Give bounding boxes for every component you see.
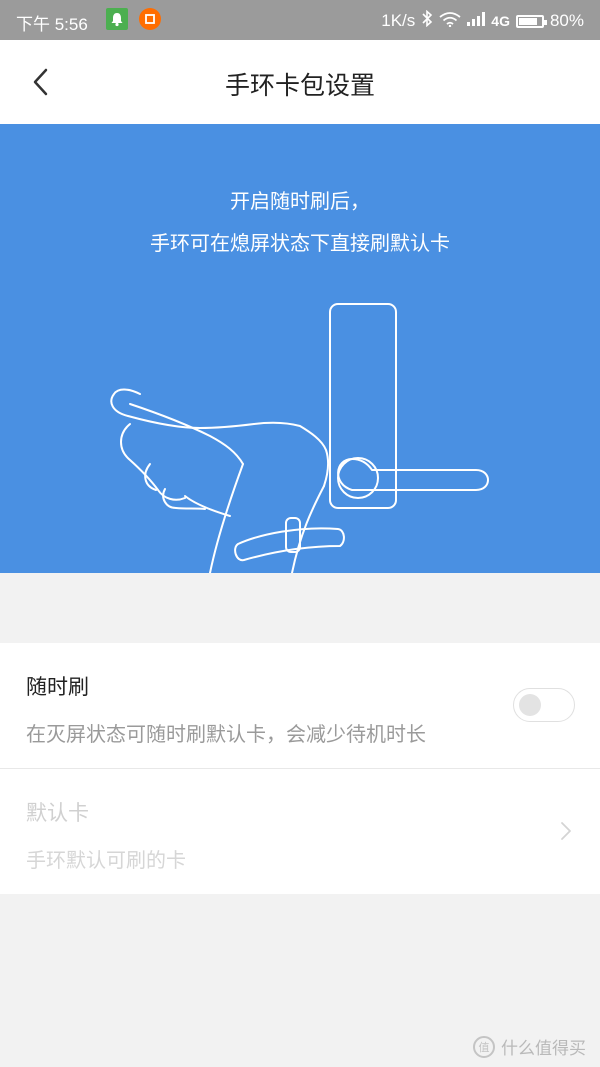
hand-door-handle-illustration bbox=[110, 303, 489, 573]
signal-icon bbox=[467, 11, 486, 31]
watermark-text: 什么值得买 bbox=[501, 1039, 586, 1059]
setting-row-default-card[interactable]: 默认卡 手环默认可刷的卡 bbox=[0, 768, 600, 894]
battery-icon bbox=[515, 14, 547, 28]
battery-text: 80% bbox=[549, 11, 584, 30]
wifi-icon bbox=[439, 11, 461, 32]
app-notification-icon bbox=[139, 8, 161, 30]
quick-pay-toggle[interactable] bbox=[513, 688, 575, 722]
watermark-logo-icon: 值 bbox=[473, 1035, 495, 1058]
band-icon bbox=[234, 527, 345, 562]
status-time: 下午 5:56 bbox=[16, 15, 88, 34]
network-type: 4G bbox=[491, 13, 510, 29]
battery-fill bbox=[518, 17, 537, 25]
status-right: 1K/s 4G 80% bbox=[381, 9, 584, 32]
door-handle-icon bbox=[337, 458, 489, 491]
page-title: 手环卡包设置 bbox=[224, 71, 375, 100]
status-bar: 下午 5:56 1K/s 4G 80% bbox=[0, 0, 600, 40]
settings-list: 随时刷 在灭屏状态可随时刷默认卡，会减少待机时长 默认卡 手环默认可刷的卡 bbox=[0, 643, 600, 894]
intro-banner: 开启随时刷后， 手环可在熄屏状态下直接刷默认卡 bbox=[0, 124, 600, 573]
setting-title: 随时刷 bbox=[26, 675, 89, 699]
setting-title: 默认卡 bbox=[26, 801, 89, 825]
network-speed: 1K/s bbox=[381, 11, 416, 30]
watermark: 值 什么值得买 bbox=[473, 1034, 586, 1059]
header: 手环卡包设置 bbox=[0, 40, 600, 125]
notification-bell-icon bbox=[106, 8, 128, 30]
banner-text-line2: 手环可在熄屏状态下直接刷默认卡 bbox=[150, 231, 450, 255]
setting-row-quick-pay[interactable]: 随时刷 在灭屏状态可随时刷默认卡，会减少待机时长 bbox=[0, 643, 600, 768]
banner-text-line1: 开启随时刷后， bbox=[230, 189, 370, 213]
setting-subtitle: 在灭屏状态可随时刷默认卡，会减少待机时长 bbox=[26, 722, 426, 746]
chevron-right-icon bbox=[561, 822, 571, 840]
toggle-knob bbox=[519, 694, 541, 716]
setting-subtitle: 手环默认可刷的卡 bbox=[26, 848, 186, 872]
door-plate-icon bbox=[329, 303, 397, 509]
bluetooth-icon bbox=[421, 9, 433, 32]
